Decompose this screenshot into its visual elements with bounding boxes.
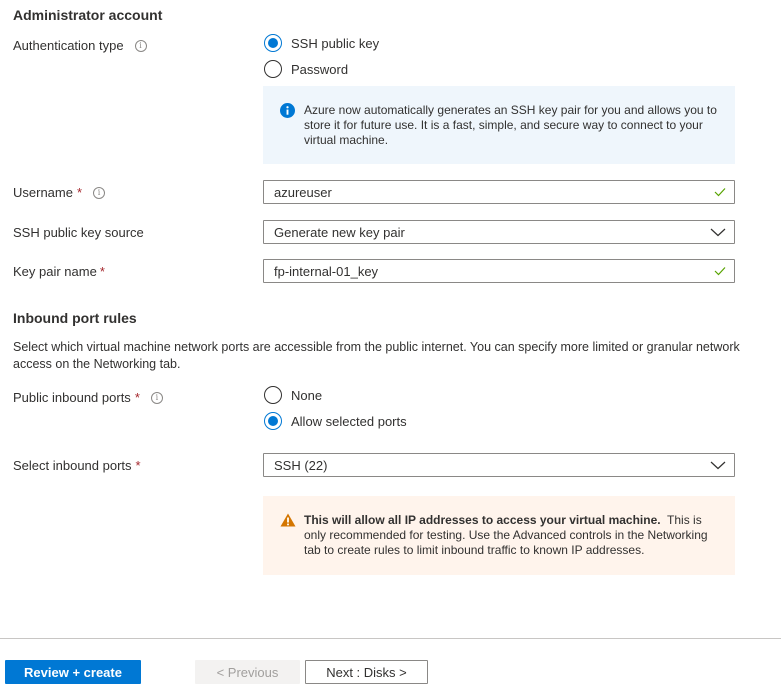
select-inbound-ports-label: Select inbound ports * [13,458,141,473]
required-mark: * [134,390,140,405]
ssh-key-source-label: SSH public key source [13,225,144,240]
username-input[interactable]: azureuser [263,180,735,204]
username-label-text: Username [13,185,73,200]
select-inbound-ports-label-text: Select inbound ports [13,458,132,473]
valid-check-icon [714,188,726,197]
username-value: azureuser [274,184,332,200]
previous-button[interactable]: < Previous [195,660,300,684]
radio-password-label: Password [291,61,349,77]
chevron-down-icon [710,461,726,470]
footer-divider [0,638,781,639]
radio-allow-label: Allow selected ports [291,413,407,429]
public-inbound-ports-label-text: Public inbound ports [13,390,131,405]
ssh-key-source-value: Generate new key pair [274,224,405,240]
radio-checked-icon [264,34,282,52]
username-label: Username * i [13,185,106,200]
key-pair-name-label-text: Key pair name [13,264,97,279]
ssh-key-source-dropdown[interactable]: Generate new key pair [263,220,735,244]
warning-message-box: This will allow all IP addresses to acce… [263,496,735,575]
radio-unchecked-icon [264,386,282,404]
info-message-text: Azure now automatically generates an SSH… [304,103,717,147]
info-filled-icon [280,103,295,118]
section-title-inbound: Inbound port rules [13,310,137,326]
auth-type-label: Authentication type i [13,38,147,53]
section-title-admin: Administrator account [13,7,163,23]
select-inbound-ports-dropdown[interactable]: SSH (22) [263,453,735,477]
radio-none[interactable]: None [264,386,322,404]
required-mark: * [99,264,105,279]
radio-unchecked-icon [264,60,282,78]
review-create-button[interactable]: Review + create [5,660,141,684]
radio-checked-icon [264,412,282,430]
info-icon[interactable]: i [150,391,163,404]
key-pair-name-label: Key pair name * [13,264,105,279]
key-pair-name-value: fp-internal-01_key [274,263,379,279]
info-message-box: Azure now automatically generates an SSH… [263,86,735,164]
select-inbound-ports-value: SSH (22) [274,457,328,473]
public-inbound-ports-label: Public inbound ports * i [13,390,163,405]
radio-none-label: None [291,387,323,403]
radio-ssh-public-key[interactable]: SSH public key [264,34,379,52]
info-icon[interactable]: i [134,39,147,52]
next-disks-button[interactable]: Next : Disks > [305,660,428,684]
inbound-description: Select which virtual machine network por… [13,340,740,371]
warning-bold-text: This will allow all IP addresses to acce… [304,513,661,527]
info-icon[interactable]: i [93,186,106,199]
chevron-down-icon [710,228,726,237]
valid-check-icon [714,267,726,276]
auth-type-label-text: Authentication type [13,38,124,53]
required-mark: * [135,458,141,473]
required-mark: * [76,185,83,200]
radio-ssh-label: SSH public key [291,35,380,51]
radio-password[interactable]: Password [264,60,348,78]
warning-message-text: This will allow all IP addresses to acce… [304,513,724,558]
radio-allow-selected-ports[interactable]: Allow selected ports [264,412,407,430]
warning-icon [280,513,296,527]
key-pair-name-input[interactable]: fp-internal-01_key [263,259,735,283]
